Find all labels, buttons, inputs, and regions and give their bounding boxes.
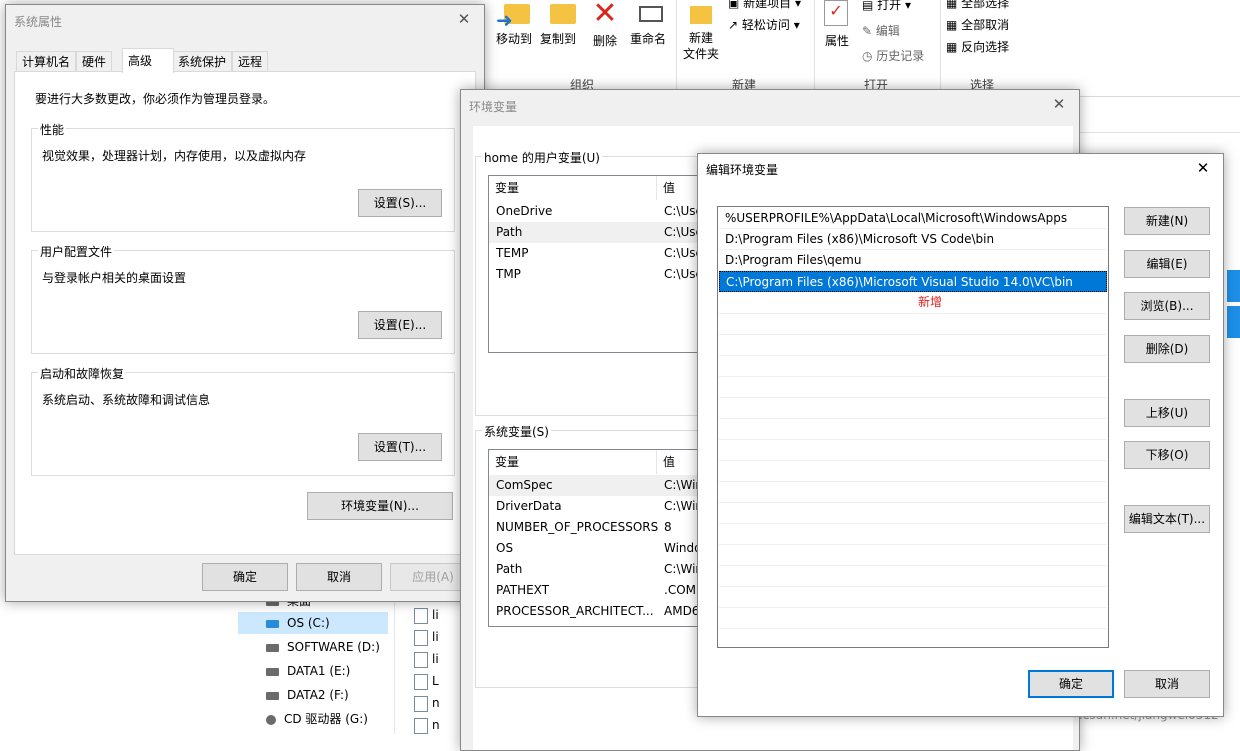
edit-environment-variable-window: 编辑环境变量 ✕ %USERPROFILE%\AppData\Local\Mic… xyxy=(697,153,1224,717)
close-icon[interactable]: ✕ xyxy=(1049,94,1069,114)
cancel-button[interactable]: 取消 xyxy=(296,563,382,591)
properties-button[interactable]: 属性 xyxy=(820,32,854,49)
tab-panel-advanced: 要进行大多数更改，你必须作为管理员登录。 性能 视觉效果，处理器计划，内存使用，… xyxy=(14,71,476,555)
column-header-variable[interactable]: 变量 xyxy=(489,450,657,474)
path-item[interactable]: D:\Program Files (x86)\Microsoft VS Code… xyxy=(719,229,1107,250)
file-name[interactable]: L xyxy=(432,674,439,688)
nav-item-data2-f[interactable]: DATA2 (F:) xyxy=(238,684,388,706)
path-list[interactable]: %USERPROFILE%\AppData\Local\Microsoft\Wi… xyxy=(717,206,1109,648)
ok-button[interactable]: 确定 xyxy=(1028,670,1114,698)
select-all-button[interactable]: ▦ 全部选择 xyxy=(946,0,1009,11)
tab-advanced[interactable]: 高级 xyxy=(122,48,174,73)
file-name[interactable]: li xyxy=(432,652,439,666)
history-button[interactable]: ◷ 历史记录 xyxy=(862,47,924,64)
startup-recovery-group: 启动和故障恢复 系统启动、系统故障和调试信息 设置(T)... xyxy=(31,365,455,476)
titlebar: 系统属性 ✕ xyxy=(6,5,484,35)
window-title: 系统属性 xyxy=(14,15,63,29)
easy-access-button[interactable]: ↗ 轻松访问 ▾ xyxy=(728,16,800,33)
copy-folder-icon xyxy=(542,0,582,30)
system-properties-window: 系统属性 ✕ 计算机名 硬件 高级 系统保护 远程 要进行大多数更改，你必须作为… xyxy=(5,4,485,602)
path-item-empty[interactable] xyxy=(719,292,1107,314)
nav-item-os-c[interactable]: OS (C:) xyxy=(238,612,388,634)
cancel-button[interactable]: 取消 xyxy=(1124,670,1210,698)
system-variables-label: 系统变量(S) xyxy=(482,423,551,440)
performance-desc: 视觉效果，处理器计划，内存使用，以及虚拟内存 xyxy=(42,149,307,163)
windows-logo-icon xyxy=(1227,270,1240,338)
nav-item-software-d[interactable]: SOFTWARE (D:) xyxy=(238,636,388,658)
select-none-button[interactable]: ▦ 全部取消 xyxy=(946,16,1009,33)
new-folder-icon xyxy=(682,2,718,26)
edit-button[interactable]: ✎ 编辑 xyxy=(862,22,900,39)
move-down-button[interactable]: 下移(O) xyxy=(1124,441,1210,469)
startup-recovery-label: 启动和故障恢复 xyxy=(38,365,127,382)
column-header-variable[interactable]: 变量 xyxy=(489,176,657,200)
startup-recovery-desc: 系统启动、系统故障和调试信息 xyxy=(42,393,211,407)
titlebar: 环境变量 ✕ xyxy=(461,90,1079,120)
admin-note: 要进行大多数更改，你必须作为管理员登录。 xyxy=(35,92,276,106)
properties-icon: ✓ xyxy=(824,0,848,26)
file-icon xyxy=(414,652,428,668)
tab-system-protection[interactable]: 系统保护 xyxy=(172,51,233,72)
tab-computer-name[interactable]: 计算机名 xyxy=(16,51,77,72)
file-icon xyxy=(414,696,428,712)
nav-item-data1-e[interactable]: DATA1 (E:) xyxy=(238,660,388,682)
path-item-selected[interactable]: C:\Program Files (x86)\Microsoft Visual … xyxy=(719,271,1107,292)
file-name[interactable]: li xyxy=(432,608,439,622)
move-to-button[interactable]: 移动到 xyxy=(492,30,536,47)
path-item[interactable]: D:\Program Files\qemu xyxy=(719,250,1107,271)
invert-selection-button[interactable]: ▦ 反向选择 xyxy=(946,38,1009,55)
new-folder-button[interactable]: 新建 文件夹 xyxy=(680,30,722,62)
annotation-new: 新增 xyxy=(918,295,943,309)
performance-settings-button[interactable]: 设置(S)... xyxy=(358,189,442,217)
window-title: 编辑环境变量 xyxy=(706,163,779,177)
startup-recovery-settings-button[interactable]: 设置(T)... xyxy=(358,433,442,461)
user-profile-group: 用户配置文件 与登录帐户相关的桌面设置 设置(E)... xyxy=(31,243,455,354)
close-icon[interactable]: ✕ xyxy=(1193,158,1213,178)
rename-icon xyxy=(635,2,665,24)
user-profile-desc: 与登录帐户相关的桌面设置 xyxy=(42,271,187,285)
window-title: 环境变量 xyxy=(469,100,518,114)
rename-button[interactable]: 重命名 xyxy=(628,30,668,47)
new-item-button[interactable]: ▣ 新建项目 ▾ xyxy=(728,0,801,11)
address-bar xyxy=(1076,104,1240,133)
performance-group: 性能 视觉效果，处理器计划，内存使用，以及虚拟内存 设置(S)... xyxy=(31,121,455,232)
tab-hardware[interactable]: 硬件 xyxy=(76,51,113,72)
close-icon[interactable]: ✕ xyxy=(454,9,474,29)
path-item[interactable]: %USERPROFILE%\AppData\Local\Microsoft\Wi… xyxy=(719,208,1107,229)
ok-button[interactable]: 确定 xyxy=(202,563,288,591)
browse-button[interactable]: 浏览(B)... xyxy=(1124,292,1210,320)
file-icon xyxy=(414,718,428,734)
tab-remote[interactable]: 远程 xyxy=(232,51,269,72)
copy-to-button[interactable]: 复制到 xyxy=(536,30,580,47)
file-icon xyxy=(414,608,428,624)
delete-icon: ✕ xyxy=(592,0,618,31)
navigation-pane: 桌面 OS (C:) SOFTWARE (D:) DATA1 (E:) DATA… xyxy=(232,590,395,734)
file-list: li li li L n n xyxy=(408,600,440,734)
user-profile-settings-button[interactable]: 设置(E)... xyxy=(358,311,442,339)
delete-button[interactable]: 删除(D) xyxy=(1124,335,1210,363)
file-name[interactable]: li xyxy=(432,630,439,644)
file-name[interactable]: n xyxy=(432,718,440,732)
nav-item-cd-drive-g[interactable]: CD 驱动器 (G:) xyxy=(238,708,388,730)
environment-variables-button[interactable]: 环境变量(N)... xyxy=(307,492,453,520)
user-profile-label: 用户配置文件 xyxy=(38,243,115,260)
user-variables-label: home 的用户变量(U) xyxy=(482,149,602,166)
folder-icon: ➜ xyxy=(494,0,534,32)
file-icon xyxy=(414,630,428,646)
file-name[interactable]: n xyxy=(432,696,440,710)
delete-button[interactable]: 删除 xyxy=(590,32,620,49)
performance-label: 性能 xyxy=(38,121,67,138)
open-button[interactable]: ▤ 打开 ▾ xyxy=(862,0,911,13)
new-button[interactable]: 新建(N) xyxy=(1124,207,1210,235)
file-icon xyxy=(414,674,428,690)
edit-button[interactable]: 编辑(E) xyxy=(1124,250,1210,278)
edit-text-button[interactable]: 编辑文本(T)... xyxy=(1124,505,1210,533)
move-up-button[interactable]: 上移(U) xyxy=(1124,399,1210,427)
titlebar: 编辑环境变量 ✕ xyxy=(698,154,1223,184)
